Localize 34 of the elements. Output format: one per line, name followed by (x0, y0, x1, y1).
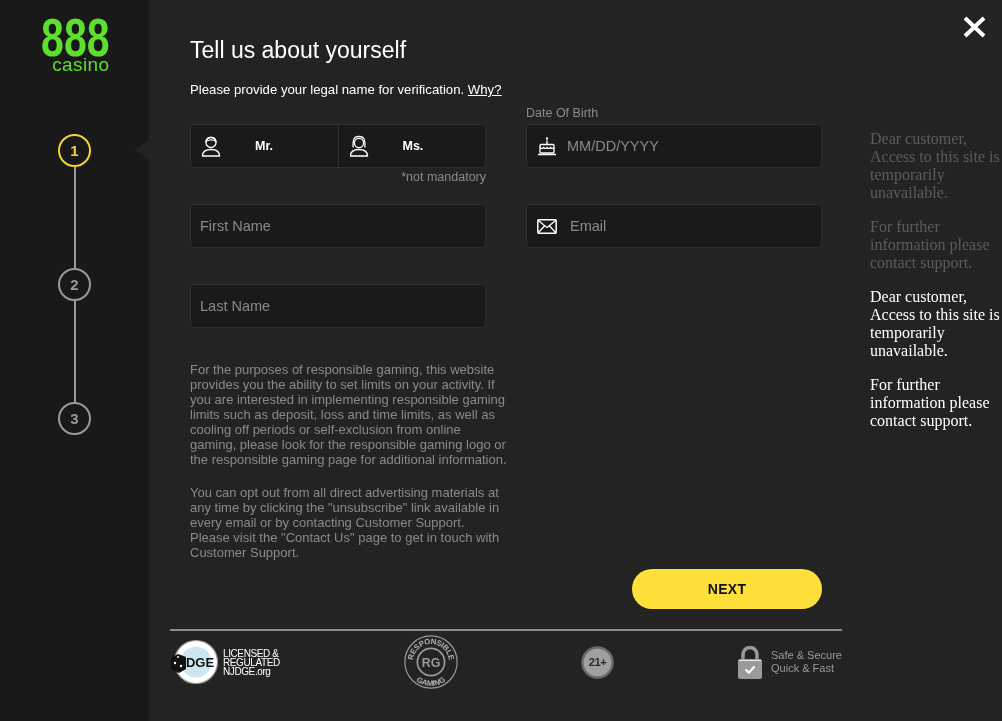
age-21-icon: 21+ (581, 645, 615, 679)
close-icon (963, 16, 986, 38)
optional-note: *not mandatory (401, 170, 486, 184)
date-of-birth-field[interactable]: MM/DD/YYYY (526, 124, 822, 168)
padlock-icon (738, 645, 763, 679)
notice-text: Dear customer, Access to this site is temporarily unavailable. (870, 130, 1001, 202)
logo-mark: 888 (41, 17, 110, 57)
why-link[interactable]: Why? (467, 82, 502, 97)
field-label: Date Of Birth (526, 106, 600, 121)
cake-icon (537, 136, 557, 156)
notice-text: For further information please contact support. (870, 218, 991, 272)
license-seal-icon: DGE (170, 639, 218, 685)
next-button[interactable]: NEXT (632, 569, 822, 609)
license-text: LICENSED & REGULATED NJDGE.org (223, 648, 280, 676)
woman-avatar-icon (348, 135, 369, 157)
notice-text: Dear customer, Access to this site is temporarily unavailable. (870, 288, 1001, 360)
notice-text: For further information please contact support. (870, 376, 991, 430)
step-indicator: 3 (58, 402, 91, 435)
disclaimer-text: You can opt out from all direct advertising materials at any time by clicking the "unsubscribe" link available in every email or by contacting Customer Support. Please visit the "Contact Us" page to get in touch with Customer Support. (190, 485, 501, 560)
envelope-icon (537, 219, 557, 234)
last-name-field[interactable]: Last Name (190, 284, 486, 328)
step-indicator: 2 (58, 268, 91, 301)
step-indicator: 1 (58, 134, 91, 167)
security-text: Safe & Secure Quick & Fast (771, 649, 842, 675)
close-button[interactable] (963, 16, 986, 38)
first-name-field[interactable]: First Name (190, 204, 486, 248)
title-option[interactable]: Mr. (190, 124, 339, 168)
form-title: Tell us about yourself (190, 36, 408, 64)
logo-word: casino (52, 57, 110, 73)
verification-note: Please provide your legal name for verification. Why? (190, 82, 503, 98)
man-avatar-icon (201, 135, 221, 157)
disclaimer-text: For the purposes of responsible gaming, this website provides you the ability to set limits on your activity. If you are interested in implementing responsible gaming limits such as deposit, loss and time limits, as well as cooling off periods or self-exclusion from online gaming, please look for the responsible gaming logo or the responsible gaming page for additional information. (190, 362, 507, 467)
email-field[interactable]: Email (526, 204, 822, 248)
title-option[interactable]: Ms. (337, 124, 486, 168)
